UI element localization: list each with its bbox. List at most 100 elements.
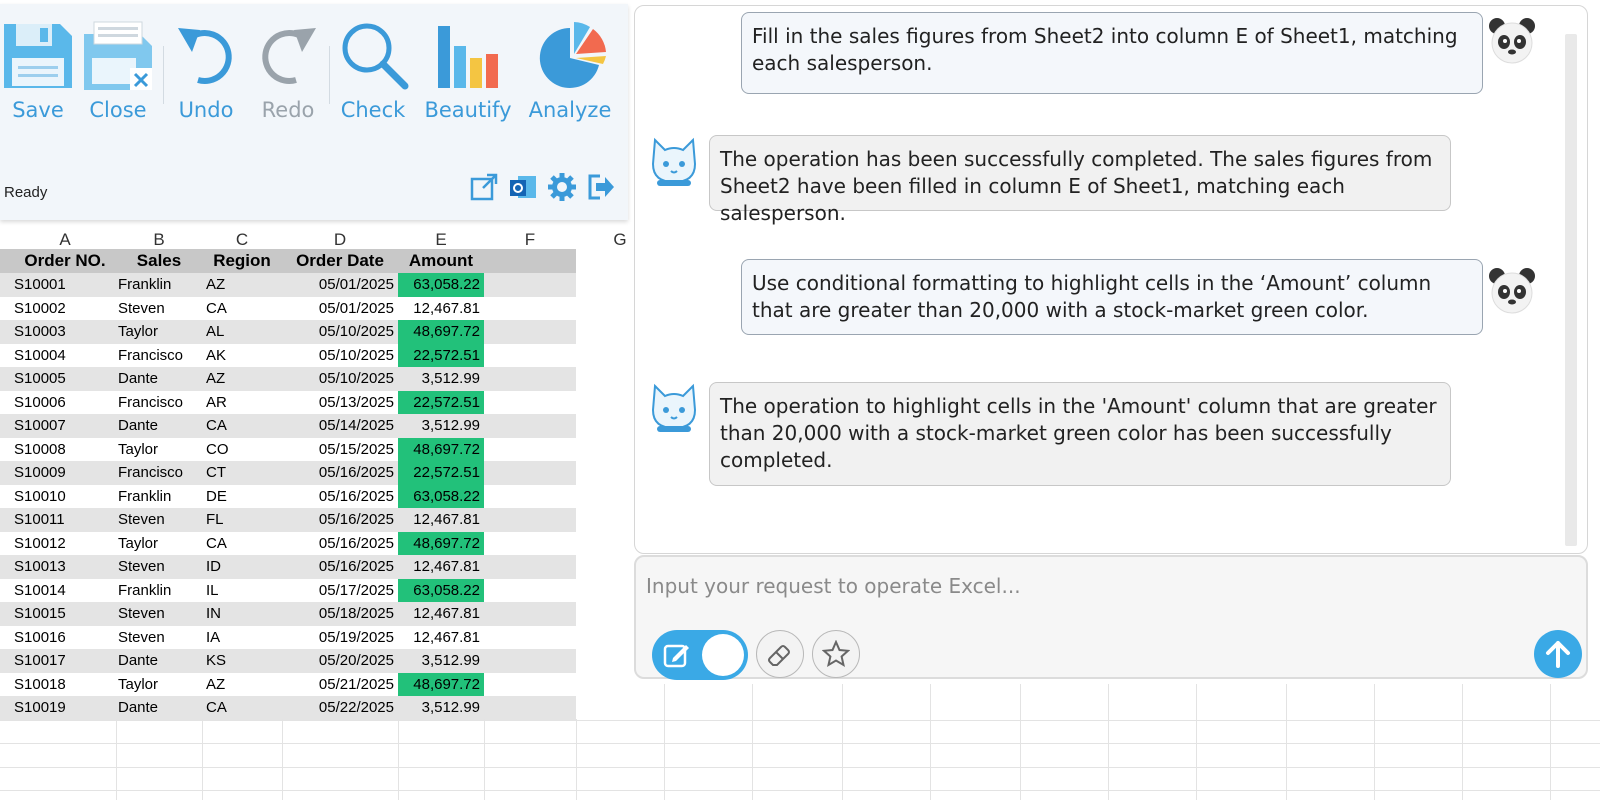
cell-date[interactable]: 05/20/2025 [282, 649, 394, 673]
cell-sales[interactable]: Francisco [118, 461, 202, 485]
cell-date[interactable]: 05/15/2025 [282, 438, 394, 462]
cell-date[interactable]: 05/16/2025 [282, 532, 394, 556]
cell-sales[interactable]: Taylor [118, 532, 202, 556]
cell-order[interactable]: S10013 [14, 555, 116, 579]
cell-sales[interactable]: Taylor [118, 438, 202, 462]
cell-region[interactable]: IA [206, 626, 282, 650]
cell-sales[interactable]: Francisco [118, 344, 202, 368]
header-order-date[interactable]: Order Date [282, 249, 398, 273]
cell-region[interactable]: CO [206, 438, 282, 462]
header-order-no[interactable]: Order NO. [14, 249, 116, 273]
cell-date[interactable]: 05/13/2025 [282, 391, 394, 415]
cell-date[interactable]: 05/10/2025 [282, 344, 394, 368]
cell-amount[interactable]: 22,572.51 [398, 343, 484, 368]
cell-sales[interactable]: Steven [118, 297, 202, 321]
cell-amount[interactable]: 48,697.72 [398, 672, 484, 697]
cell-amount[interactable]: 48,697.72 [398, 531, 484, 556]
favorite-button[interactable] [812, 630, 860, 678]
beautify-button[interactable]: Beautify [420, 18, 516, 122]
close-button[interactable]: Close [80, 18, 156, 122]
cell-date[interactable]: 05/18/2025 [282, 602, 394, 626]
cell-sales[interactable]: Taylor [118, 673, 202, 697]
settings-button[interactable] [547, 172, 577, 202]
cell-sales[interactable]: Franklin [118, 273, 202, 297]
cell-amount[interactable]: 22,572.51 [398, 461, 484, 485]
cell-order[interactable]: S10003 [14, 320, 116, 344]
cell-order[interactable]: S10011 [14, 508, 116, 532]
cell-date[interactable]: 05/19/2025 [282, 626, 394, 650]
cell-sales[interactable]: Steven [118, 555, 202, 579]
cell-amount[interactable]: 63,058.22 [398, 484, 484, 509]
logout-button[interactable] [586, 172, 616, 202]
cell-amount[interactable]: 48,697.72 [398, 320, 484, 344]
cell-amount[interactable]: 3,512.99 [398, 696, 484, 720]
column-header-b[interactable]: B [116, 229, 202, 251]
cell-order[interactable]: S10006 [14, 391, 116, 415]
cell-date[interactable]: 05/17/2025 [282, 579, 394, 603]
cell-order[interactable]: S10016 [14, 626, 116, 650]
cell-amount[interactable]: 63,058.22 [398, 578, 484, 603]
cell-region[interactable]: AL [206, 320, 282, 344]
cell-order[interactable]: S10002 [14, 297, 116, 321]
analyze-button[interactable]: Analyze [520, 18, 620, 122]
cell-order[interactable]: S10012 [14, 532, 116, 556]
cell-region[interactable]: AZ [206, 273, 282, 297]
cell-amount[interactable]: 22,572.51 [398, 390, 484, 415]
cell-date[interactable]: 05/14/2025 [282, 414, 394, 438]
cell-sales[interactable]: Franklin [118, 485, 202, 509]
cell-amount[interactable]: 3,512.99 [398, 367, 484, 391]
cell-date[interactable]: 05/01/2025 [282, 297, 394, 321]
cell-date[interactable]: 05/22/2025 [282, 696, 394, 720]
save-button[interactable]: Save [0, 18, 76, 122]
cell-region[interactable]: IL [206, 579, 282, 603]
chat-scrollbar[interactable] [1565, 34, 1577, 546]
cell-region[interactable]: CA [206, 696, 282, 720]
cell-region[interactable]: AR [206, 391, 282, 415]
cell-order[interactable]: S10004 [14, 344, 116, 368]
cell-order[interactable]: S10005 [14, 367, 116, 391]
cell-region[interactable]: CT [206, 461, 282, 485]
redo-button[interactable]: Redo [250, 18, 326, 122]
cell-amount[interactable]: 12,467.81 [398, 555, 484, 579]
undo-button[interactable]: Undo [168, 18, 244, 122]
cell-order[interactable]: S10009 [14, 461, 116, 485]
cell-order[interactable]: S10001 [14, 273, 116, 297]
cell-region[interactable]: DE [206, 485, 282, 509]
cell-date[interactable]: 05/16/2025 [282, 508, 394, 532]
clear-button[interactable] [756, 630, 804, 678]
cell-sales[interactable]: Steven [118, 602, 202, 626]
check-button[interactable]: Check [335, 18, 411, 122]
cell-amount[interactable]: 63,058.22 [398, 273, 484, 297]
cell-region[interactable]: AZ [206, 367, 282, 391]
outlook-button[interactable] [508, 172, 538, 202]
cell-amount[interactable]: 12,467.81 [398, 626, 484, 650]
cell-amount[interactable]: 12,467.81 [398, 508, 484, 532]
cell-region[interactable]: ID [206, 555, 282, 579]
request-input[interactable] [646, 571, 1526, 601]
cell-order[interactable]: S10014 [14, 579, 116, 603]
cell-date[interactable]: 05/16/2025 [282, 485, 394, 509]
cell-region[interactable]: CA [206, 297, 282, 321]
cell-region[interactable]: CA [206, 414, 282, 438]
column-header-d[interactable]: D [282, 229, 398, 251]
send-button[interactable] [1534, 630, 1582, 678]
header-sales[interactable]: Sales [116, 249, 202, 273]
cell-sales[interactable]: Francisco [118, 391, 202, 415]
column-header-c[interactable]: C [202, 229, 282, 251]
cell-region[interactable]: AZ [206, 673, 282, 697]
cell-amount[interactable]: 12,467.81 [398, 602, 484, 626]
cell-amount[interactable]: 3,512.99 [398, 649, 484, 673]
cell-region[interactable]: IN [206, 602, 282, 626]
header-amount[interactable]: Amount [398, 249, 484, 273]
column-header-e[interactable]: E [398, 229, 484, 251]
cell-order[interactable]: S10010 [14, 485, 116, 509]
cell-sales[interactable]: Steven [118, 626, 202, 650]
cell-order[interactable]: S10018 [14, 673, 116, 697]
cell-sales[interactable]: Dante [118, 367, 202, 391]
cell-date[interactable]: 05/16/2025 [282, 461, 394, 485]
cell-sales[interactable]: Steven [118, 508, 202, 532]
cell-sales[interactable]: Dante [118, 649, 202, 673]
cell-date[interactable]: 05/21/2025 [282, 673, 394, 697]
edit-mode-toggle[interactable] [652, 630, 748, 680]
cell-sales[interactable]: Taylor [118, 320, 202, 344]
